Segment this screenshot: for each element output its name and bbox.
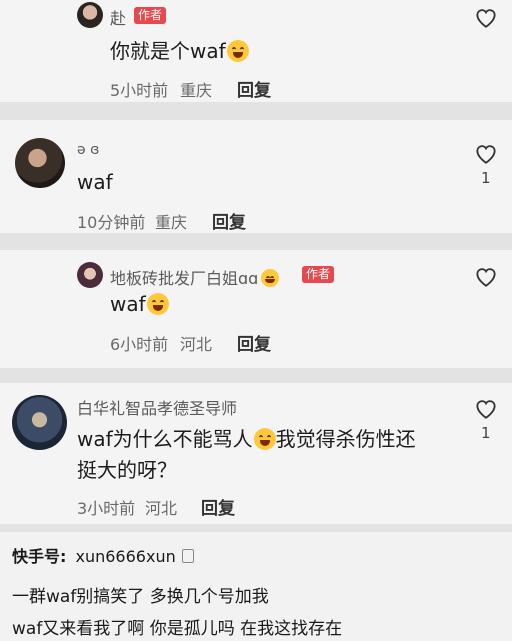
comment-card: 赴 作者 你就是个waf 5小时前 重庆 回复: [0, 0, 512, 102]
comment-time: 3小时前: [77, 499, 136, 518]
comment-time: 5小时前: [110, 81, 169, 100]
comment-card: 地板砖批发厂白姐ɑɑ 作者 waf 6小时前 河北 回复: [0, 250, 512, 368]
heart-outline-icon[interactable]: [473, 264, 499, 288]
heart-eyes-emoji-icon: [261, 269, 280, 287]
comment-author-name[interactable]: 白华礼智品孝德圣导师: [77, 395, 237, 419]
reply-button[interactable]: 回复: [212, 208, 246, 233]
kuaishou-id[interactable]: xun6666xun: [76, 547, 176, 566]
comment-text: 你就是个waf: [110, 35, 249, 64]
kuaishou-id-line: 快手号: xun6666xun: [12, 543, 194, 567]
avatar[interactable]: [77, 2, 103, 28]
comment-location: 河北: [180, 335, 213, 354]
comment-time: 6小时前: [110, 335, 169, 354]
like-count: 1: [481, 424, 491, 442]
author-badge: 作者: [134, 7, 167, 24]
caption-panel: 快手号: xun6666xun 一群waf别搞笑了 多换几个号加我 waf又来看…: [0, 532, 512, 641]
avatar[interactable]: [77, 262, 103, 288]
caption-line: waf又来看我了啊 你是孤儿吗 在我这找存在: [12, 619, 343, 639]
copy-icon[interactable]: [181, 549, 194, 563]
grin-emoji-icon: [253, 428, 276, 450]
divider: [0, 233, 512, 250]
comment-author-name[interactable]: 地板砖批发厂白姐ɑɑ: [110, 265, 280, 289]
comment-text: waf为什么不能骂人 我觉得杀伤性还: [77, 427, 416, 451]
heart-outline-icon[interactable]: [473, 396, 499, 420]
avatar[interactable]: [15, 138, 65, 188]
comment-location: 重庆: [180, 81, 213, 100]
comment-text: waf: [77, 170, 113, 194]
avatar[interactable]: [12, 395, 67, 450]
divider: [0, 102, 512, 120]
reply-button[interactable]: 回复: [237, 76, 271, 101]
heart-outline-icon[interactable]: [473, 141, 499, 165]
author-badge: 作者: [302, 266, 335, 283]
comment-time: 10分钟前: [77, 213, 146, 232]
comment-card: ə ɞ waf 10分钟前 重庆 回复 1: [0, 120, 512, 233]
divider: [0, 524, 512, 532]
like-count: 1: [481, 169, 491, 187]
comment-text: waf: [110, 292, 169, 316]
reply-button[interactable]: 回复: [237, 330, 271, 355]
grin-emoji-icon: [146, 293, 169, 315]
comment-author-name[interactable]: ə ɞ: [77, 142, 99, 158]
comment-location: 重庆: [155, 213, 188, 232]
divider: [0, 368, 512, 383]
reply-button[interactable]: 回复: [201, 494, 235, 519]
comment-author-name[interactable]: 赴: [110, 5, 126, 29]
caption-line: 一群waf别搞笑了 多换几个号加我: [12, 587, 269, 607]
comment-card: 白华礼智品孝德圣导师 waf为什么不能骂人 我觉得杀伤性还 挺大的呀？ 3小时前 …: [0, 383, 512, 524]
comment-location: 河北: [145, 499, 178, 518]
comment-text-continued: 挺大的呀？: [77, 458, 177, 482]
heart-outline-icon[interactable]: [473, 5, 499, 29]
grin-emoji-icon: [226, 40, 249, 62]
